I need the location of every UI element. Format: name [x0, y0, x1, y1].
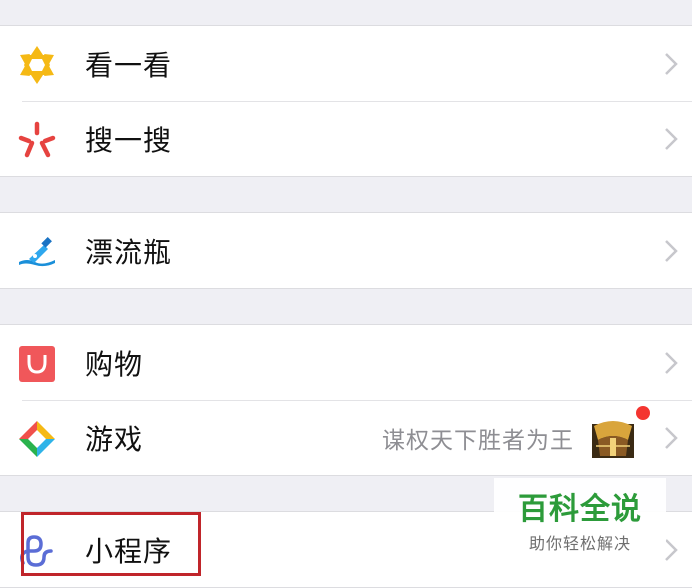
discover-group-2: 漂流瓶: [0, 212, 692, 289]
watermark-title: 百科全说: [518, 492, 642, 527]
watermark: 百科全说 助你轻松解决: [494, 478, 666, 556]
chevron-right-icon: [665, 240, 678, 262]
chevron-right-icon: [665, 53, 678, 75]
chevron-right-icon: [665, 539, 678, 561]
discover-group-1: 看一看 搜一搜: [0, 25, 692, 177]
menu-label-drift-bottle: 漂流瓶: [85, 235, 173, 269]
search-icon: [18, 121, 56, 158]
games-icon: [19, 421, 55, 457]
menu-label-look: 看一看: [85, 48, 173, 82]
menu-item-shopping[interactable]: 购物: [0, 325, 692, 400]
menu-item-games[interactable]: 游戏 谋权天下胜者为王: [0, 400, 692, 475]
look-icon: [20, 46, 54, 84]
shopping-bag-icon: [19, 346, 55, 382]
game-thumbnail-icon: [592, 421, 634, 458]
menu-item-search[interactable]: 搜一搜: [0, 101, 692, 176]
discover-group-3: 购物 游戏 谋权天下胜者为王: [0, 324, 692, 476]
top-spacer: [0, 0, 692, 25]
games-promo-text: 谋权天下胜者为王: [382, 427, 574, 454]
menu-label-games: 游戏: [85, 422, 144, 456]
menu-label-search: 搜一搜: [85, 123, 173, 157]
notification-badge: [636, 406, 650, 420]
menu-item-look[interactable]: 看一看: [0, 26, 692, 101]
chevron-right-icon: [665, 352, 678, 374]
menu-item-drift-bottle[interactable]: 漂流瓶: [0, 213, 692, 288]
chevron-right-icon: [665, 427, 678, 449]
watermark-subtitle: 助你轻松解决: [528, 534, 631, 553]
chevron-right-icon: [665, 128, 678, 150]
drift-bottle-icon: [19, 237, 55, 267]
mini-program-highlight-box: [21, 512, 201, 576]
menu-label-shopping: 购物: [85, 347, 144, 381]
